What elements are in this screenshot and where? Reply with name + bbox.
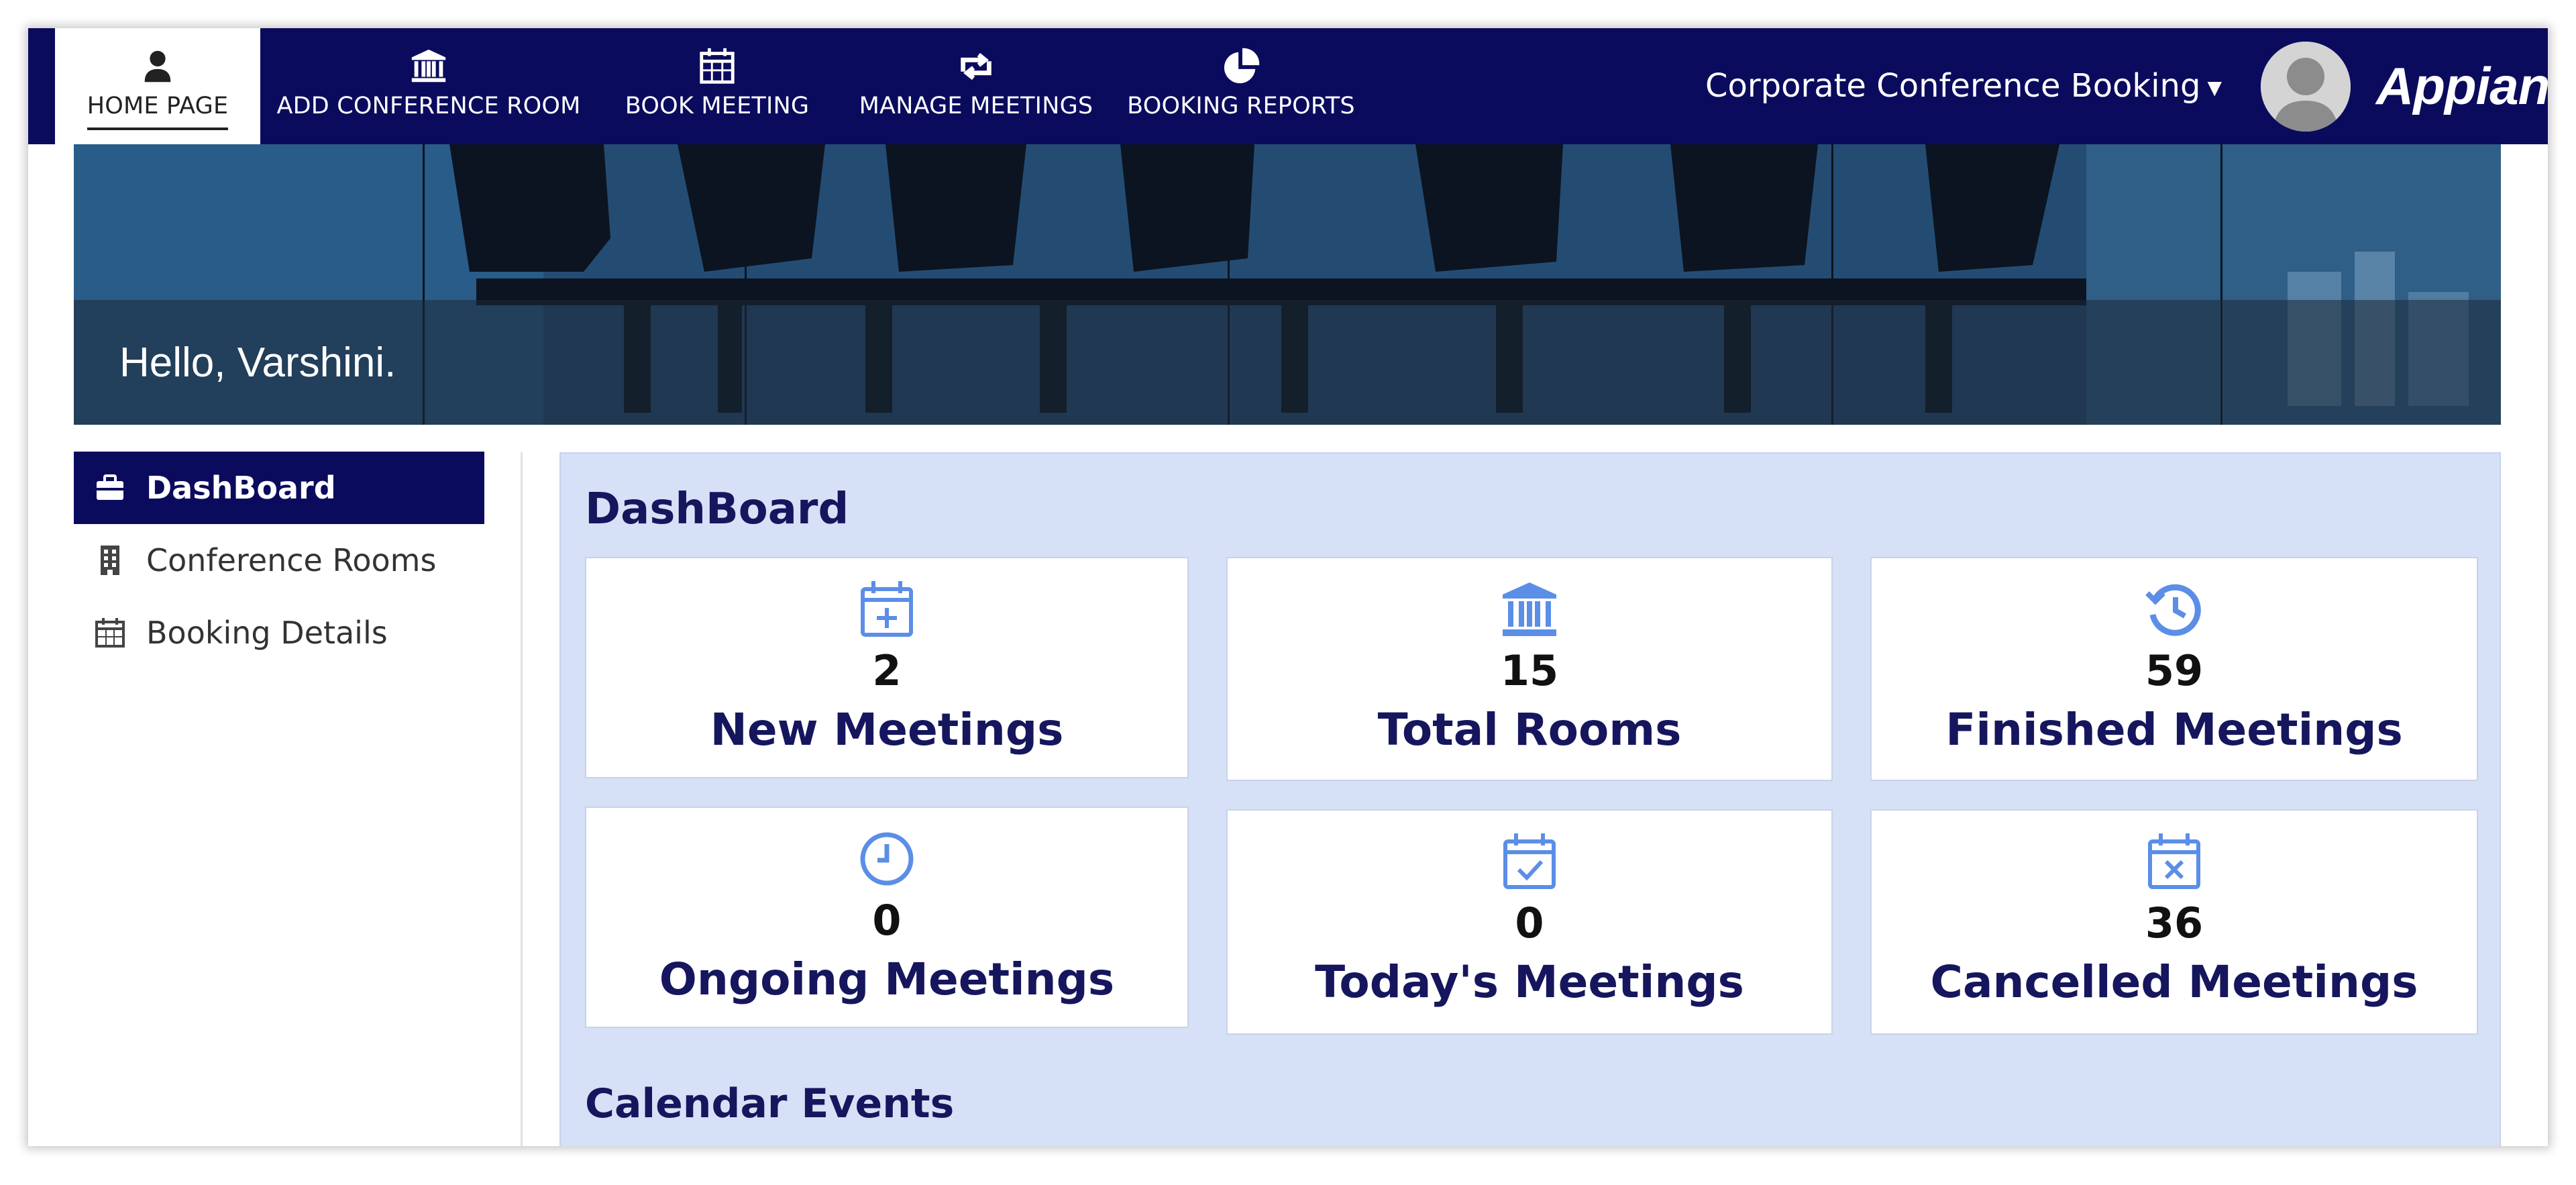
stat-label: New Meetings bbox=[710, 704, 1064, 756]
sidebar-item-label: Booking Details bbox=[146, 615, 388, 651]
bank-icon bbox=[274, 46, 584, 89]
calendar-plus-icon bbox=[586, 578, 1187, 641]
stat-card-finished-meetings[interactable]: 59 Finished Meetings bbox=[1870, 557, 2478, 781]
tab-label: MANAGE MEETINGS bbox=[859, 93, 1093, 119]
stat-label: Total Rooms bbox=[1377, 704, 1682, 756]
history-icon bbox=[1872, 578, 2477, 641]
dashboard-panel: DashBoard 2 New Meetings 15 Total Rooms … bbox=[559, 452, 2501, 1146]
sidebar-item-conference-rooms[interactable]: Conference Rooms bbox=[74, 524, 484, 597]
stat-card-cancelled-meetings[interactable]: 36 Cancelled Meetings bbox=[1870, 809, 2478, 1035]
active-tab-underline bbox=[87, 127, 228, 130]
sidebar-item-label: Conference Rooms bbox=[146, 542, 437, 578]
bank-icon bbox=[1228, 578, 1831, 641]
stat-label: Cancelled Meetings bbox=[1930, 956, 2418, 1008]
sidebar-item-label: DashBoard bbox=[146, 470, 336, 506]
tab-manage-meetings[interactable]: MANAGE MEETINGS bbox=[851, 28, 1102, 144]
header-banner: Hello, Varshini. bbox=[74, 144, 2501, 425]
tab-home-page[interactable]: HOME PAGE bbox=[55, 28, 260, 144]
tab-booking-reports[interactable]: BOOKING REPORTS bbox=[1115, 28, 1367, 144]
pie-chart-icon bbox=[1115, 46, 1367, 89]
application-switcher[interactable]: Corporate Conference Booking ▼ bbox=[1705, 66, 2222, 106]
user-icon bbox=[55, 46, 260, 89]
tab-label: BOOK MEETING bbox=[625, 93, 810, 119]
app-window: HOME PAGE ADD CONFERENCE ROOM BOOK MEETI… bbox=[28, 28, 2548, 1146]
building-icon bbox=[94, 544, 126, 576]
sidebar-item-dashboard[interactable]: DashBoard bbox=[74, 452, 484, 524]
calendar-check-icon bbox=[1228, 831, 1831, 894]
calendar-events-title: Calendar Events bbox=[585, 1080, 955, 1127]
stat-label: Finished Meetings bbox=[1945, 704, 2403, 756]
user-avatar[interactable] bbox=[2261, 42, 2351, 132]
calendar-x-icon bbox=[1872, 831, 2477, 894]
appian-logo: Appian bbox=[2376, 56, 2548, 115]
tab-book-meeting[interactable]: BOOK MEETING bbox=[597, 28, 837, 144]
clock-icon bbox=[586, 828, 1187, 891]
stat-label: Today's Meetings bbox=[1315, 956, 1744, 1008]
dashboard-title: DashBoard bbox=[585, 484, 849, 534]
stat-value: 15 bbox=[1500, 646, 1559, 695]
retweet-icon bbox=[851, 46, 1102, 89]
sidebar-item-booking-details[interactable]: Booking Details bbox=[74, 597, 484, 669]
top-navigation-bar: HOME PAGE ADD CONFERENCE ROOM BOOK MEETI… bbox=[28, 28, 2548, 144]
stat-value: 0 bbox=[872, 896, 902, 945]
stat-card-ongoing-meetings[interactable]: 0 Ongoing Meetings bbox=[585, 807, 1189, 1028]
tab-add-conference-room[interactable]: ADD CONFERENCE ROOM bbox=[274, 28, 584, 144]
briefcase-icon bbox=[94, 472, 126, 504]
stat-card-new-meetings[interactable]: 2 New Meetings bbox=[585, 557, 1189, 778]
app-name: Corporate Conference Booking bbox=[1705, 67, 2201, 105]
calendar-icon bbox=[597, 46, 837, 89]
greeting-text: Hello, Varshini. bbox=[119, 340, 396, 386]
stat-value: 2 bbox=[872, 646, 902, 695]
tab-label: BOOKING REPORTS bbox=[1127, 93, 1355, 119]
caret-down-icon: ▼ bbox=[2207, 76, 2222, 99]
stat-value: 59 bbox=[2145, 646, 2204, 695]
stat-label: Ongoing Meetings bbox=[659, 954, 1115, 1005]
calendar-icon bbox=[94, 617, 126, 649]
tab-label: HOME PAGE bbox=[87, 93, 229, 119]
stat-value: 0 bbox=[1515, 898, 1544, 947]
stat-card-total-rooms[interactable]: 15 Total Rooms bbox=[1226, 557, 1833, 781]
tab-label: ADD CONFERENCE ROOM bbox=[276, 93, 581, 119]
greeting-band bbox=[74, 300, 2501, 425]
sidebar-divider bbox=[521, 452, 523, 1146]
stat-value: 36 bbox=[2145, 898, 2204, 947]
stat-card-todays-meetings[interactable]: 0 Today's Meetings bbox=[1226, 809, 1833, 1035]
